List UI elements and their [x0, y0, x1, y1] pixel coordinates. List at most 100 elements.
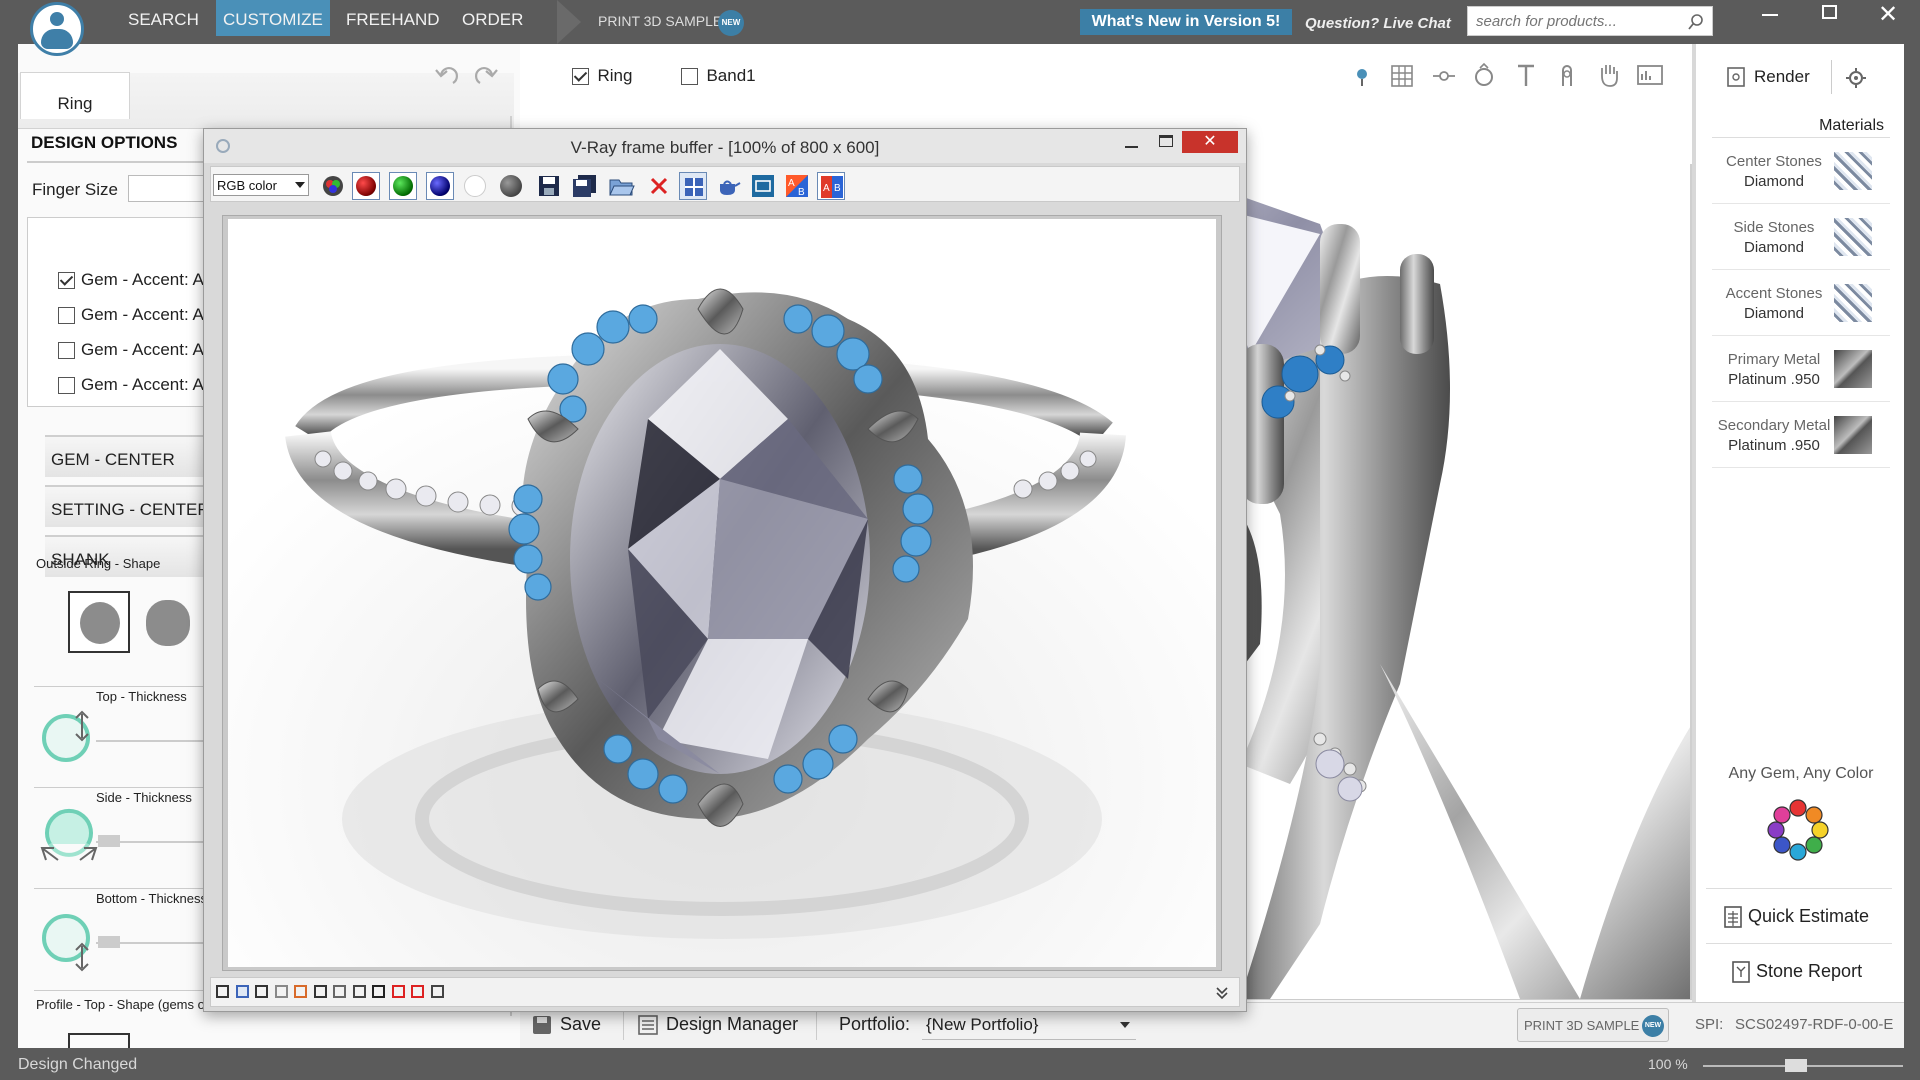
hdr-icon[interactable] [372, 985, 385, 998]
finger-view-icon[interactable] [1555, 62, 1579, 88]
material-row[interactable]: Side Stones Diamond [1712, 208, 1890, 270]
product-search-box[interactable] [1467, 6, 1713, 36]
red-channel-button[interactable] [352, 172, 380, 200]
metal-swatch-icon[interactable] [1834, 416, 1872, 454]
histogram-icon[interactable] [274, 985, 288, 998]
live-chat-link[interactable]: Question? Live Chat [1305, 15, 1451, 32]
shape-option-round[interactable] [68, 591, 130, 653]
color-correction-icon[interactable] [294, 985, 307, 998]
track-mouse-button[interactable] [679, 172, 707, 200]
gem-accent-row[interactable]: Gem - Accent: Acc [58, 270, 224, 294]
green-channel-button[interactable] [389, 172, 417, 200]
nav-order[interactable]: ORDER [455, 0, 530, 36]
metal-swatch-icon[interactable] [1834, 350, 1872, 388]
material-row[interactable]: Secondary Metal Platinum .950 [1712, 406, 1890, 468]
diamond-swatch-icon[interactable] [1834, 152, 1872, 190]
side-thickness-thumb[interactable] [98, 835, 120, 847]
rgb-channels-icon[interactable] [321, 174, 345, 198]
save-all-icon[interactable] [572, 174, 598, 198]
minimize-window-icon[interactable] [1762, 14, 1778, 16]
channel-select[interactable]: RGB color [213, 174, 309, 196]
nav-search[interactable]: SEARCH [121, 0, 206, 36]
pin-tool-icon[interactable] [1350, 64, 1374, 88]
ring-checkbox[interactable]: Ring [572, 66, 632, 86]
gem-accent-row[interactable]: Gem - Accent: Acc [58, 340, 224, 364]
redo-icon[interactable] [473, 62, 501, 90]
vray-maximize-icon[interactable] [1159, 135, 1173, 147]
lut-icon[interactable] [352, 985, 366, 998]
band1-checkbox[interactable]: Band1 [681, 66, 756, 86]
band1-checkbox-box[interactable] [681, 67, 698, 85]
vray-minimize-icon[interactable] [1125, 146, 1138, 148]
quick-estimate-button[interactable]: Quick Estimate [1722, 903, 1892, 933]
gem-accent-checkbox[interactable] [58, 271, 75, 289]
app-logo[interactable] [30, 2, 84, 56]
search-input[interactable] [1468, 7, 1678, 35]
zoom-slider-thumb[interactable] [1785, 1059, 1807, 1072]
portfolio-select[interactable]: {New Portfolio} [922, 1012, 1136, 1040]
material-row[interactable]: Accent Stones Diamond [1712, 274, 1890, 336]
pan-hand-icon[interactable] [1596, 62, 1622, 88]
measure-tool-icon[interactable] [1432, 64, 1456, 88]
alpha-channel-button[interactable] [464, 175, 486, 197]
save-button[interactable]: Save [532, 1013, 612, 1039]
region-render-icon[interactable] [751, 174, 775, 198]
ab-compare-icon[interactable]: AB [785, 174, 809, 198]
gem-accent-row[interactable]: Gem - Accent: Acc [58, 305, 224, 329]
bottom-thickness-thumb[interactable] [98, 936, 120, 948]
profile-shape-option[interactable] [68, 1033, 130, 1048]
teapot-render-icon[interactable] [715, 174, 741, 198]
expand-chevron-icon[interactable] [1215, 986, 1229, 1000]
tool-t-icon[interactable] [1514, 62, 1538, 88]
ring-view-icon[interactable] [1472, 62, 1496, 88]
grid-tool-icon[interactable] [1390, 64, 1414, 88]
print-3d-sample-button[interactable]: PRINT 3D SAMPLE NEW [1517, 1008, 1669, 1042]
channel-chevron-icon[interactable] [295, 182, 305, 190]
gem-accent-checkbox[interactable] [58, 376, 75, 394]
gem-accent-row[interactable]: Gem - Accent: Acc [58, 375, 224, 399]
close-window-icon[interactable]: ✕ [1878, 0, 1898, 29]
nav-customize[interactable]: CUSTOMIZE [216, 0, 330, 36]
shape-option-flat[interactable] [146, 600, 190, 646]
ring-render-image[interactable] [228, 219, 1216, 967]
diamond-swatch-icon[interactable] [1834, 218, 1872, 256]
stone-report-button[interactable]: Stone Report [1730, 958, 1890, 988]
top-thickness-slider[interactable] [96, 740, 220, 742]
info-icon[interactable] [255, 985, 268, 998]
color-palette-icon[interactable] [1766, 798, 1830, 862]
tab-ring-label[interactable]: Ring [20, 72, 130, 119]
open-folder-icon[interactable] [609, 174, 635, 198]
pixel-aspect-icon[interactable] [411, 985, 424, 998]
save-image-icon[interactable] [537, 174, 561, 198]
display-window-icon[interactable] [216, 985, 229, 998]
lens-effects-icon[interactable] [430, 985, 444, 998]
screenshot-icon[interactable] [1637, 64, 1663, 86]
material-row[interactable]: Center Stones Diamond [1712, 142, 1890, 204]
search-icon[interactable] [1688, 14, 1704, 30]
nav-freehand[interactable]: FREEHAND [339, 0, 447, 36]
whats-new-button[interactable]: What's New in Version 5! [1080, 9, 1292, 35]
undo-icon[interactable] [432, 62, 460, 90]
ring-checkbox-box[interactable] [572, 67, 589, 85]
gem-accent-checkbox[interactable] [58, 306, 75, 324]
clear-image-icon[interactable] [648, 175, 670, 197]
blue-channel-button[interactable] [426, 172, 454, 200]
design-manager-button[interactable]: Design Manager [638, 1013, 808, 1039]
exposure-icon[interactable] [313, 985, 327, 998]
chevron-down-icon[interactable] [1120, 1022, 1130, 1030]
restore-window-icon[interactable] [1822, 5, 1837, 19]
gem-accent-checkbox[interactable] [58, 341, 75, 359]
stereo-icon[interactable] [391, 985, 405, 998]
render-button[interactable]: Render [1726, 62, 1824, 92]
section-setting-center[interactable]: SETTING - CENTER [45, 485, 220, 527]
vray-close-button[interactable]: ✕ [1182, 131, 1238, 153]
ab-history-button[interactable]: AB [817, 172, 845, 200]
print-3d-sample-link[interactable]: PRINT 3D SAMPLE [598, 13, 722, 29]
history-icon[interactable] [235, 985, 249, 998]
settings-gear-icon[interactable] [1845, 67, 1867, 89]
section-gem-center[interactable]: GEM - CENTER [45, 435, 220, 477]
material-row[interactable]: Primary Metal Platinum .950 [1712, 340, 1890, 402]
mono-channel-button[interactable] [500, 175, 522, 197]
diamond-swatch-icon[interactable] [1834, 284, 1872, 322]
levels-icon[interactable] [333, 985, 346, 998]
